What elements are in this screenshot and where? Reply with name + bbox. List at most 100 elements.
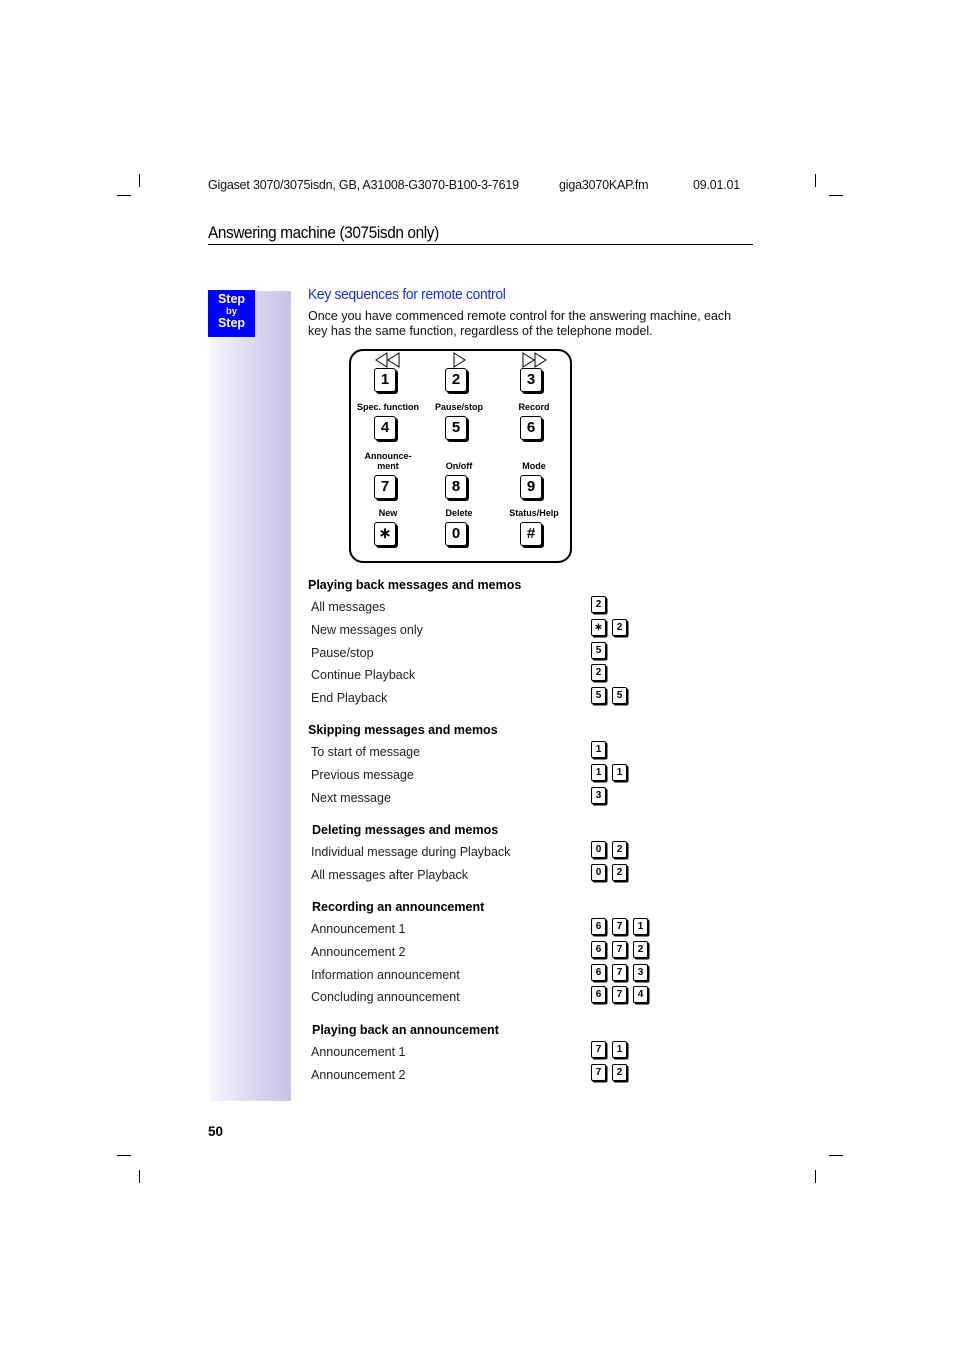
step-by-step-badge: Step by Step xyxy=(208,290,255,337)
step-badge-line: by xyxy=(225,305,238,317)
keypad-illustration: 1 2 3 Spec. function 4 Pause/stop 5 Record 6 Anno… xyxy=(349,349,572,563)
keypad-key-3: 3 xyxy=(494,352,574,392)
keypad-key-cap: 7 xyxy=(374,475,396,499)
key-sequence-row: Information announcement 6 7 3 xyxy=(311,963,648,986)
group-title: Deleting messages and memos xyxy=(312,823,499,837)
key-sequence-label: Concluding announcement xyxy=(311,990,460,1005)
keypad-key-label: New xyxy=(378,508,398,518)
key-cap-icon: 7 xyxy=(591,1041,606,1058)
key-sequence-row: Individual message during Playback 0 2 xyxy=(311,841,641,863)
key-sequence-label: Next message xyxy=(311,790,391,805)
section-title: Key sequences for remote control xyxy=(308,286,506,303)
key-sequence-row: Announcement 1 671 xyxy=(311,918,648,940)
key-sequence: 671 xyxy=(591,918,648,935)
step-by-step-sidebar xyxy=(210,291,291,1101)
key-sequence-row: To start of message 1 xyxy=(311,741,641,763)
key-sequence-row: All messages after Playback 0 2 xyxy=(311,863,641,886)
keypad-key-label: Status/Help xyxy=(509,508,559,518)
keypad-key-cap: 5 xyxy=(445,416,467,440)
key-cap-icon: 7 xyxy=(612,918,627,935)
keypad-key-9: Mode 9 xyxy=(494,461,574,499)
key-cap-icon: 2 xyxy=(591,664,606,682)
keypad-key-cap: 4 xyxy=(374,416,396,440)
key-sequence-label: All messages after Playback xyxy=(311,867,469,882)
section-intro: Once you have commenced remote control f… xyxy=(308,309,732,338)
key-sequence-label: New messages only xyxy=(311,622,423,637)
key-cap-icon: 2 xyxy=(591,596,606,613)
key-sequence: 2 xyxy=(591,596,606,613)
keypad-key-cap: 0 xyxy=(445,522,467,546)
keypad-key-cap: 2 xyxy=(445,368,467,392)
chapter-title: Answering machine (3075isdn only) xyxy=(208,224,753,245)
key-sequence: 55 xyxy=(591,687,627,705)
step-badge-line: Step xyxy=(217,316,246,330)
key-sequence-label: Announcement 2 xyxy=(311,944,406,959)
key-cap-icon: 7 xyxy=(591,1063,606,1081)
keypad-key-5: Pause/stop 5 xyxy=(419,402,499,440)
group-title: Playing back an announcement xyxy=(312,1023,499,1037)
key-sequence-row: Previous message 1 1 xyxy=(311,763,641,786)
key-cap-icon: 2 xyxy=(633,940,648,958)
file-name: giga3070KAP.fm xyxy=(559,178,649,192)
key-cap-icon: 0 xyxy=(591,863,606,881)
crop-mark xyxy=(829,1155,843,1156)
key-sequence-label: All messages xyxy=(311,600,386,614)
key-sequence-row: Announcement 2 72 xyxy=(311,1063,641,1086)
key-sequence: 672 xyxy=(591,940,648,958)
keypad-key-cap: ∗ xyxy=(374,522,396,546)
key-cap-icon: 3 xyxy=(591,786,606,804)
key-sequence: 1 xyxy=(591,741,606,758)
crop-mark xyxy=(829,195,843,196)
keypad-key-cap: 8 xyxy=(445,475,467,499)
key-sequence: 673 xyxy=(591,963,648,981)
key-cap-icon: 1 xyxy=(591,763,606,781)
key-sequence-label: Pause/stop xyxy=(311,645,374,660)
keypad-key-6: Record 6 xyxy=(494,402,574,440)
crop-mark xyxy=(139,174,140,187)
keypad-key-cap: 3 xyxy=(520,368,542,392)
keypad-key-cap: # xyxy=(520,522,542,546)
crop-mark xyxy=(117,195,131,196)
key-cap-icon: 6 xyxy=(591,963,606,981)
key-cap-icon: 7 xyxy=(612,986,627,1004)
doc-reference: Gigaset 3070/3075isdn, GB, A31008-G3070-… xyxy=(208,178,519,192)
key-sequence-label: Announcement 2 xyxy=(311,1067,406,1082)
key-sequence-label: Announcement 1 xyxy=(311,922,406,936)
keypad-key-label: Spec. function xyxy=(356,402,419,412)
keypad-key-cap: 6 xyxy=(520,416,542,440)
keypad-key-4: Spec. function 4 xyxy=(348,402,428,440)
keypad-key-star: New ∗ xyxy=(348,508,428,546)
key-cap-icon: 5 xyxy=(591,687,606,705)
keypad-key-hash: Status/Help # xyxy=(494,508,574,546)
key-sequence-label: Announcement 1 xyxy=(311,1045,406,1059)
keypad-key-label: Record xyxy=(518,402,550,412)
key-sequence: 3 xyxy=(591,786,606,804)
key-cap-icon: 1 xyxy=(612,1041,627,1058)
key-sequence-label: Continue Playback xyxy=(311,668,416,683)
key-sequence-label: Information announcement xyxy=(311,967,460,982)
crop-mark xyxy=(815,174,816,187)
key-sequence-row: End Playback 5 5 xyxy=(311,687,641,709)
key-cap-icon: 0 xyxy=(591,841,606,858)
key-sequence-row: Pause/stop 5 xyxy=(311,641,641,664)
keypad-key-cap: 1 xyxy=(374,368,396,392)
key-cap-icon: 6 xyxy=(591,986,606,1004)
keypad-key-1: 1 xyxy=(348,352,428,392)
key-sequence: ∗ 2 xyxy=(591,618,627,636)
key-sequence-row: Next message 3 xyxy=(311,786,641,809)
key-cap-icon: 7 xyxy=(612,963,627,981)
key-sequence-label: Individual message during Playback xyxy=(311,845,511,859)
key-sequence-row: Concluding announcement 6 7 4 xyxy=(311,986,648,1008)
key-sequence-row: Continue Playback 2 xyxy=(311,664,641,686)
key-sequence-label: Previous message xyxy=(311,767,414,782)
keypad-key-8: On/off 8 xyxy=(419,461,499,499)
group-title: Skipping messages and memos xyxy=(308,723,498,737)
key-cap-icon: 1 xyxy=(612,763,627,781)
key-sequence: 02 xyxy=(591,841,627,858)
key-cap-icon: 5 xyxy=(591,641,606,659)
crop-mark xyxy=(117,1155,131,1156)
keypad-key-cap: 9 xyxy=(520,475,542,499)
keypad-key-0: Delete 0 xyxy=(419,508,499,546)
key-sequence: 674 xyxy=(591,986,648,1004)
key-cap-icon: 2 xyxy=(612,841,627,858)
